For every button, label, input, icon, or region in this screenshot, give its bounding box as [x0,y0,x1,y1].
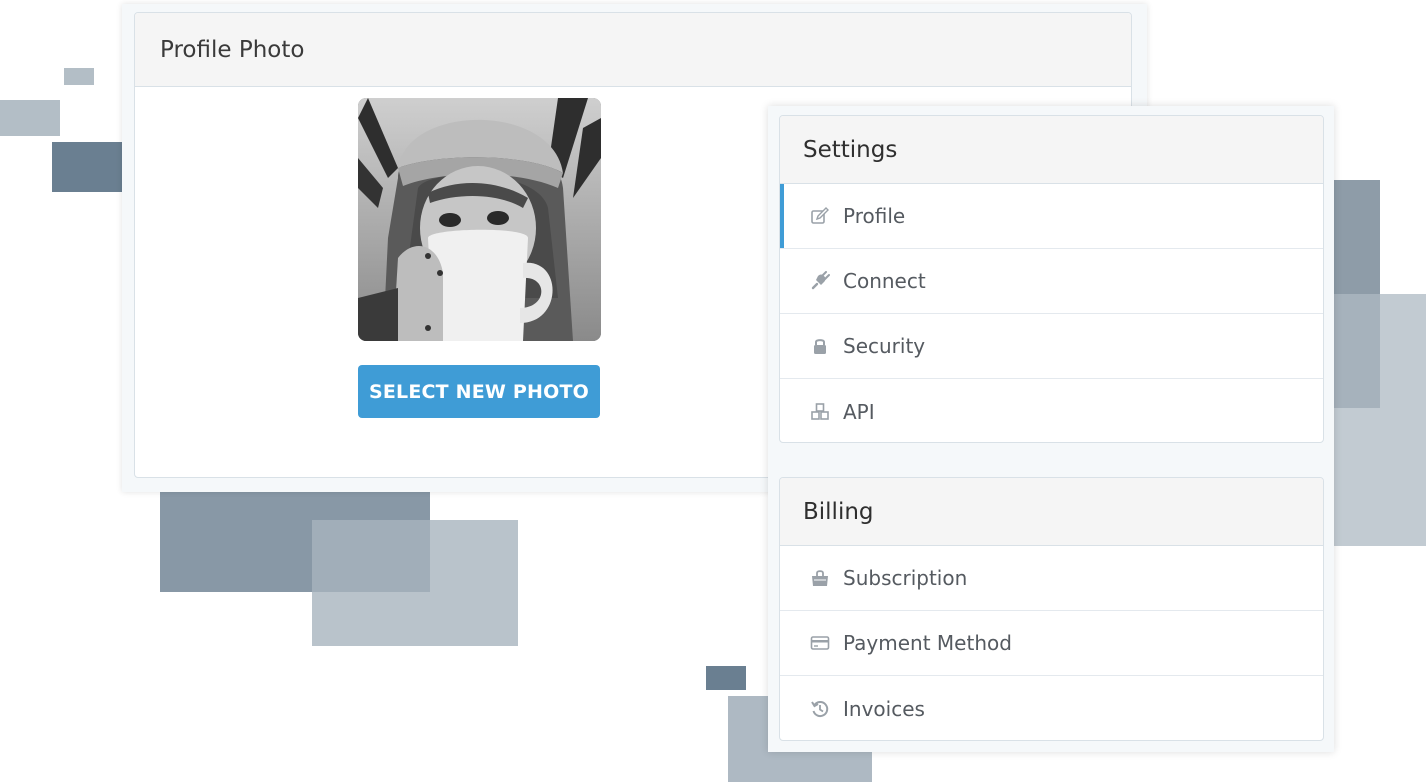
shopping-bag-icon [809,567,831,589]
billing-menu: Billing Subscription Payment Method Invo… [779,477,1324,741]
billing-title: Billing [780,478,1323,546]
settings-menu: Settings Profile Connect Security API [779,115,1324,443]
settings-item-security[interactable]: Security [780,314,1323,379]
settings-item-label: Profile [843,204,906,228]
billing-item-label: Invoices [843,696,925,721]
billing-item-payment-method[interactable]: Payment Method [780,611,1323,676]
settings-item-label: Connect [843,269,926,293]
avatar-photo-illustration [358,98,601,341]
decorative-block [706,666,746,690]
history-icon [809,698,831,720]
settings-item-api[interactable]: API [780,379,1323,442]
select-new-photo-button[interactable]: SELECT NEW PHOTO [358,365,600,418]
settings-item-label: API [843,399,875,424]
settings-item-profile[interactable]: Profile [780,184,1323,249]
decorative-block [52,142,122,192]
settings-item-label: Security [843,334,926,358]
billing-item-subscription[interactable]: Subscription [780,546,1323,611]
billing-item-label: Subscription [843,566,968,590]
plug-icon [809,270,831,292]
profile-avatar-image [358,98,601,341]
decorative-block [1334,294,1426,546]
decorative-block [64,68,94,85]
decorative-block [0,100,60,136]
settings-title: Settings [780,116,1323,184]
cubes-icon [809,401,831,423]
credit-card-icon [809,632,831,654]
billing-item-invoices[interactable]: Invoices [780,676,1323,740]
decorative-block [312,520,518,646]
lock-icon [809,335,831,357]
profile-photo-title: Profile Photo [135,13,1131,87]
edit-icon [809,205,831,227]
settings-item-connect[interactable]: Connect [780,249,1323,314]
billing-item-label: Payment Method [843,631,1012,655]
